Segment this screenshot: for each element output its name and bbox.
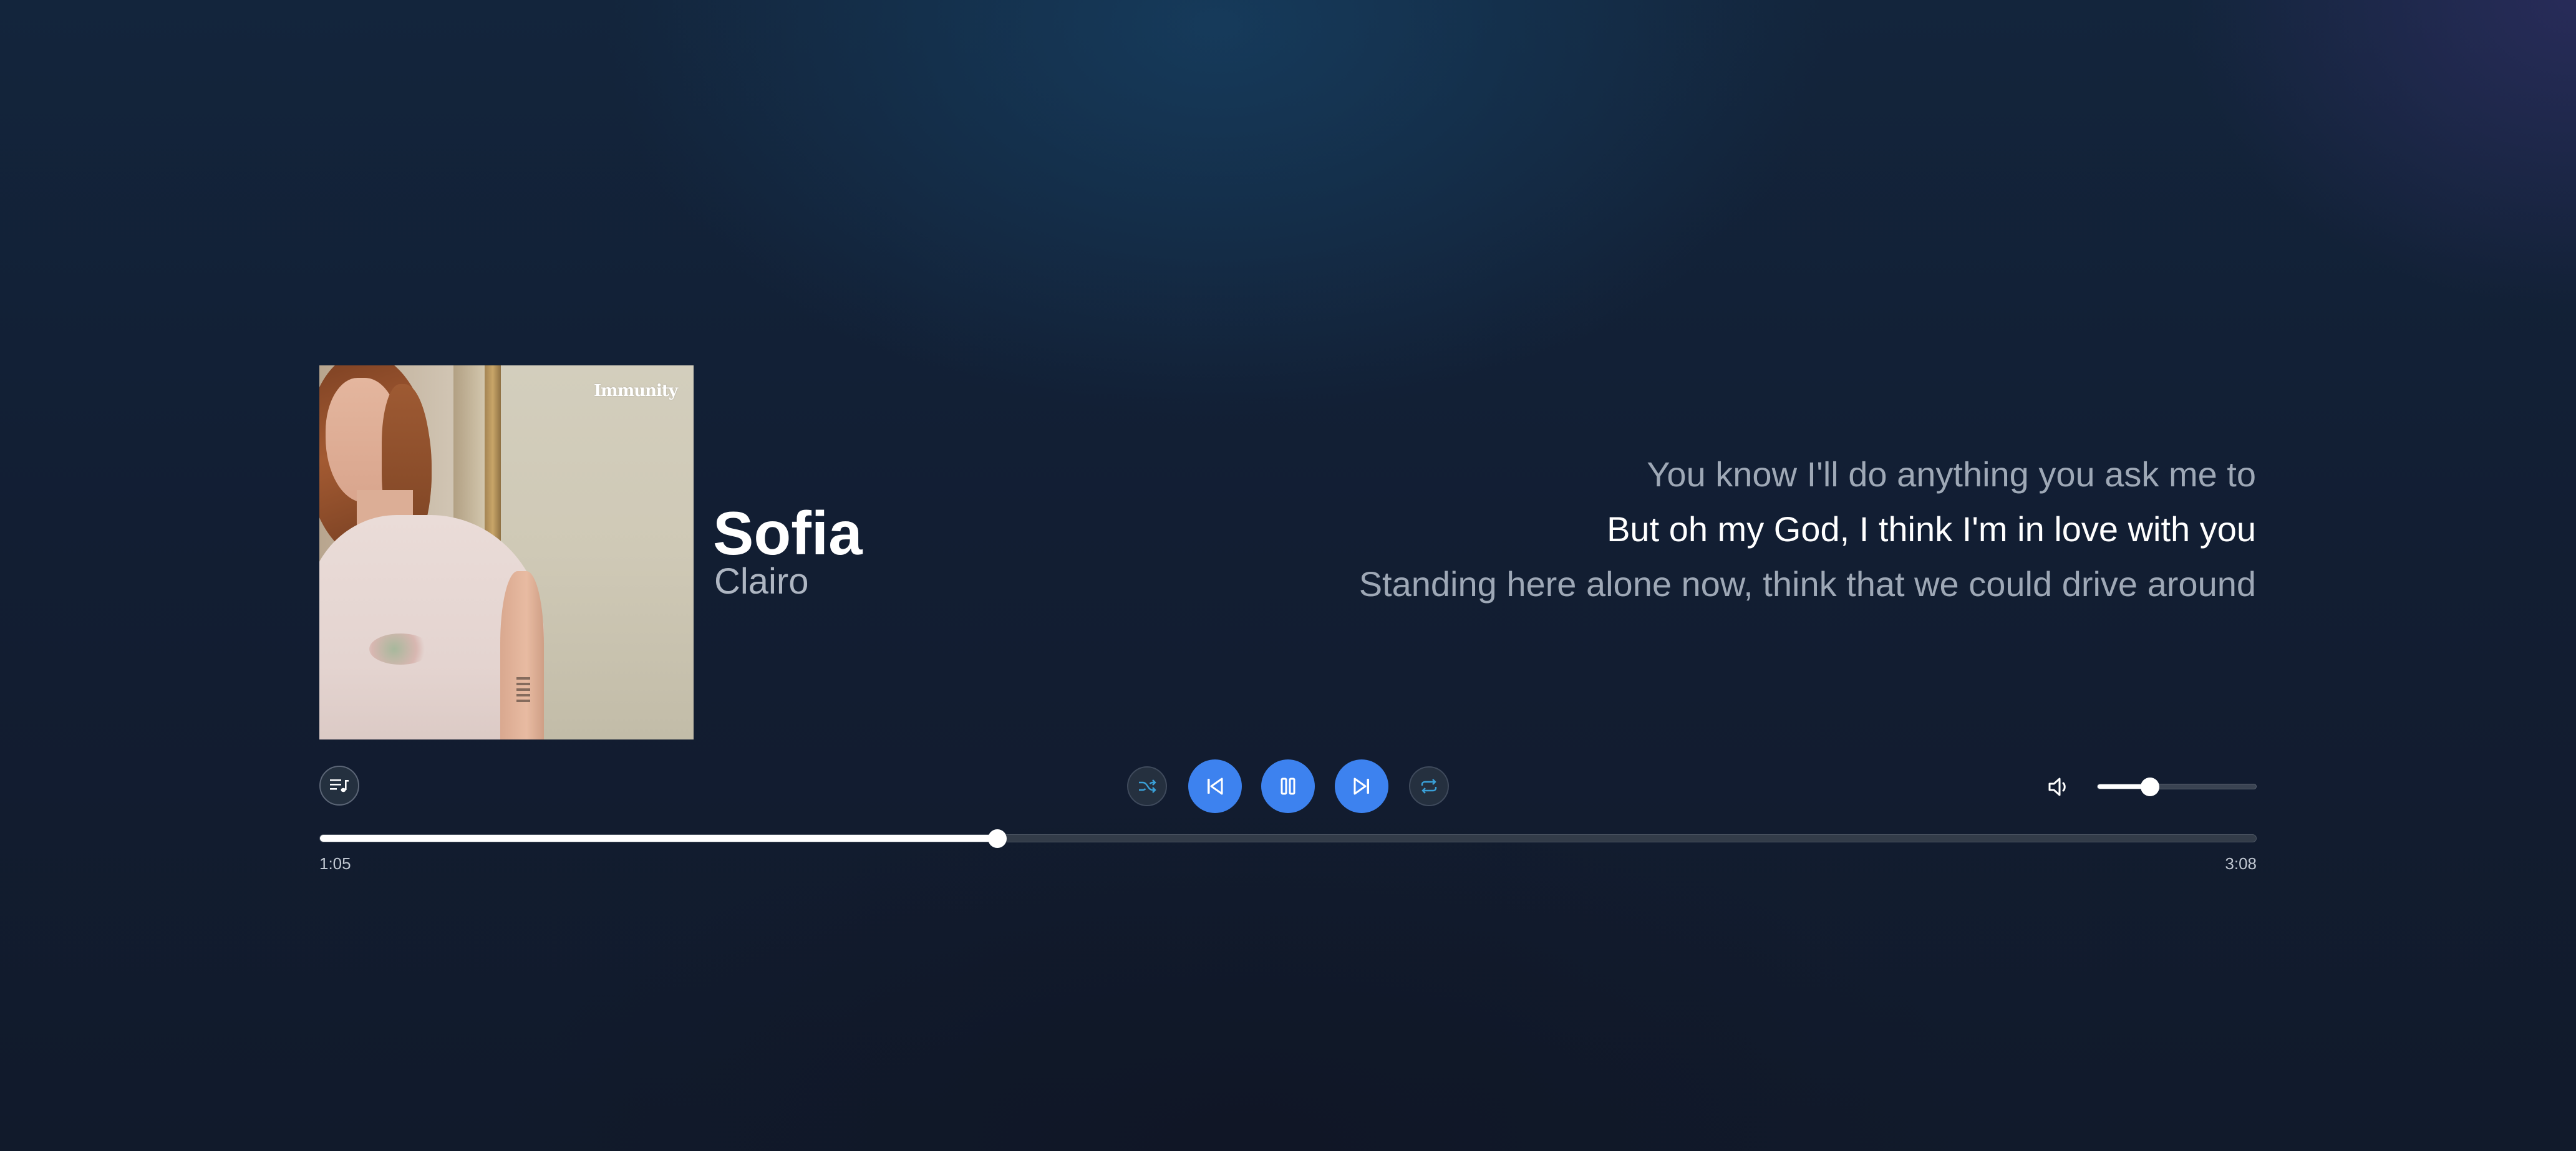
pause-button[interactable] bbox=[1261, 759, 1315, 813]
shuffle-button[interactable] bbox=[1127, 766, 1167, 806]
repeat-icon bbox=[1421, 779, 1437, 794]
volume-icon bbox=[2048, 778, 2066, 796]
album-art-tattoo bbox=[516, 677, 530, 702]
queue-button[interactable] bbox=[319, 766, 359, 806]
lyric-line-previous: You know I'll do anything you ask me to bbox=[1647, 455, 2256, 494]
lyric-line-current: But oh my God, I think I'm in love with … bbox=[1607, 509, 2256, 549]
pause-icon bbox=[1281, 778, 1295, 795]
shuffle-icon bbox=[1139, 779, 1156, 793]
volume-slider[interactable] bbox=[2097, 777, 2257, 796]
album-art-arm bbox=[500, 571, 544, 739]
volume-slider-thumb[interactable] bbox=[2140, 777, 2159, 796]
lyric-line-next: Standing here alone now, think that we c… bbox=[1358, 564, 2256, 604]
song-title: Sofia bbox=[713, 499, 863, 567]
volume-button[interactable] bbox=[2046, 774, 2073, 799]
progress-bar[interactable] bbox=[319, 829, 2257, 848]
progress-bar-thumb[interactable] bbox=[988, 829, 1007, 848]
previous-track-button[interactable] bbox=[1188, 759, 1242, 813]
lyrics-panel: You know I'll do anything you ask me to … bbox=[1358, 452, 2256, 617]
skip-previous-icon bbox=[1208, 778, 1223, 795]
album-art-shirt-print bbox=[369, 633, 432, 665]
time-elapsed: 1:05 bbox=[319, 854, 351, 873]
time-total: 3:08 bbox=[2225, 854, 2257, 873]
queue-music-icon bbox=[330, 779, 349, 792]
album-logo: Immunity bbox=[594, 382, 678, 400]
album-art: Immunity bbox=[319, 365, 694, 739]
skip-next-icon bbox=[1353, 778, 1369, 795]
progress-bar-fill bbox=[320, 835, 998, 842]
next-track-button[interactable] bbox=[1335, 759, 1388, 813]
repeat-button[interactable] bbox=[1409, 766, 1449, 806]
song-artist: Clairo bbox=[714, 561, 809, 602]
